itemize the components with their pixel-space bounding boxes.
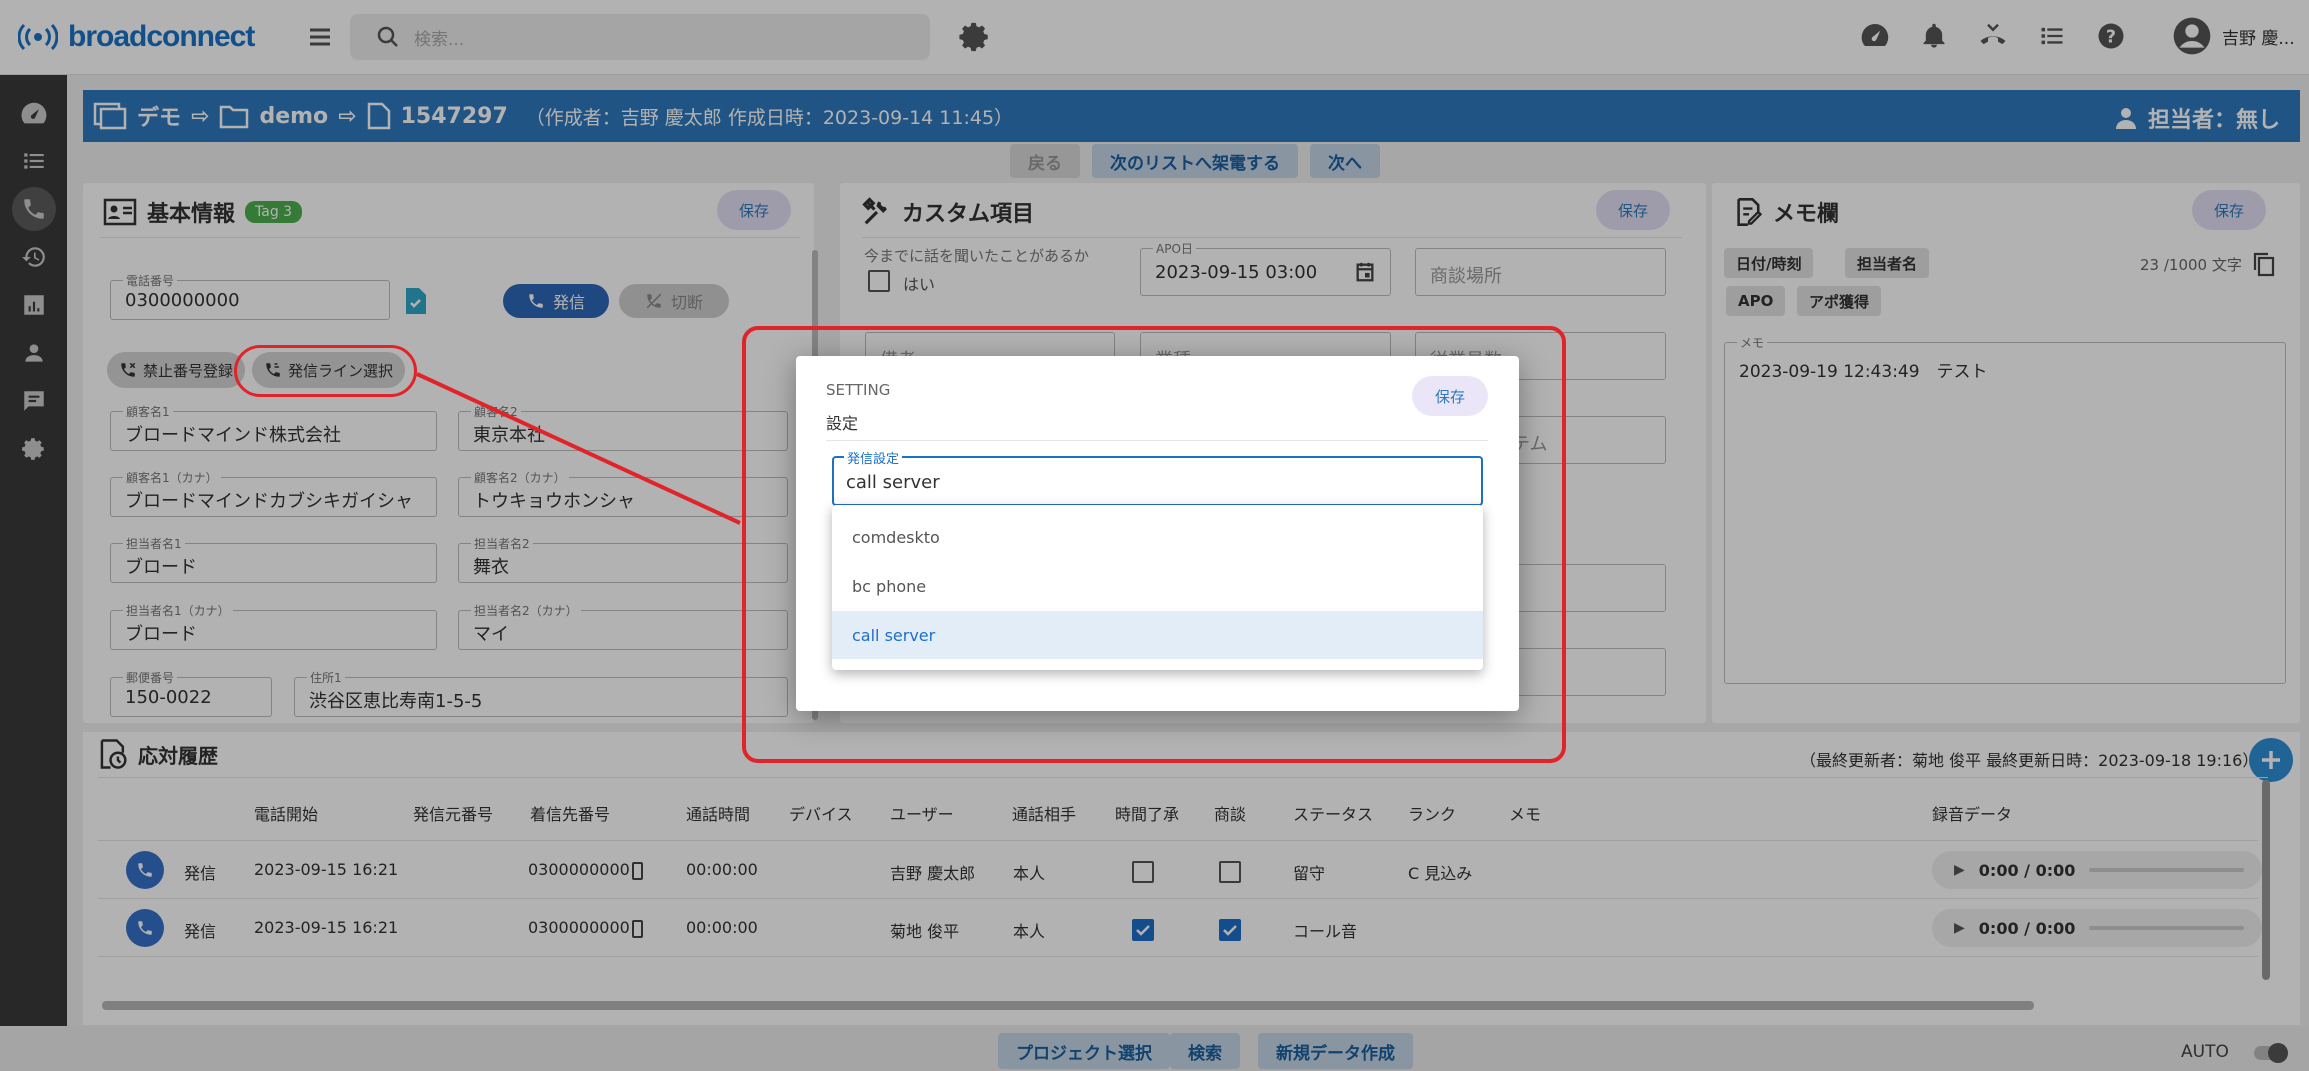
outbound-setting-dropdown: comdeskto bc phone call server	[832, 505, 1483, 670]
option-bc-phone[interactable]: bc phone	[832, 562, 1483, 610]
option-comdeskto[interactable]: comdeskto	[832, 513, 1483, 561]
option-call-server[interactable]: call server	[832, 611, 1483, 659]
